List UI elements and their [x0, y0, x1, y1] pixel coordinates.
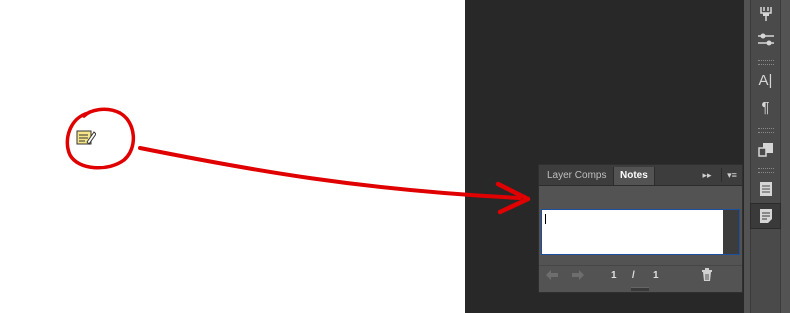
note-text-area[interactable] [541, 209, 740, 255]
tab-notes[interactable]: Notes [613, 167, 655, 185]
panel-group-grip[interactable] [758, 168, 774, 173]
arrow-left-icon[interactable] [545, 269, 559, 284]
text-caret [545, 214, 546, 224]
panel-group-grip[interactable] [758, 60, 774, 65]
arrow-right-icon[interactable] [571, 269, 585, 284]
brush-presets-icon[interactable] [751, 2, 780, 26]
double-chevron-right-icon[interactable]: ▸▸ [699, 168, 715, 182]
panel-group-grip[interactable] [758, 128, 774, 133]
notes-footer: 1 / 1 [539, 265, 742, 286]
adjustments-icon[interactable] [751, 28, 780, 52]
notes-panel: Layer Comps Notes ▸▸ ▾≡ 1 / 1 [538, 164, 743, 293]
paragraph-icon[interactable]: ¶ [751, 95, 780, 119]
tab-layer-comps[interactable]: Layer Comps [541, 167, 612, 185]
layer-comps-icon[interactable] [751, 177, 780, 201]
panel-menu-icon[interactable]: ▾≡ [721, 168, 742, 182]
trash-icon[interactable] [701, 268, 713, 285]
clone-source-icon[interactable] [751, 138, 780, 162]
note-scrollbar[interactable] [723, 210, 739, 254]
character-icon[interactable]: A| [751, 68, 780, 92]
document-canvas-area [0, 0, 465, 313]
note-tool-icon [76, 128, 97, 146]
page-separator: / [632, 270, 635, 281]
panel-dock-toolbar: A| ¶ [744, 0, 790, 313]
panel-tab-bar: Layer Comps Notes ▸▸ ▾≡ [539, 165, 742, 186]
panel-icon-column: A| ¶ [750, 0, 781, 313]
current-page: 1 [611, 270, 617, 281]
notes-icon[interactable] [750, 203, 781, 229]
total-pages: 1 [653, 270, 659, 281]
panel-resize-grip[interactable] [631, 287, 649, 291]
